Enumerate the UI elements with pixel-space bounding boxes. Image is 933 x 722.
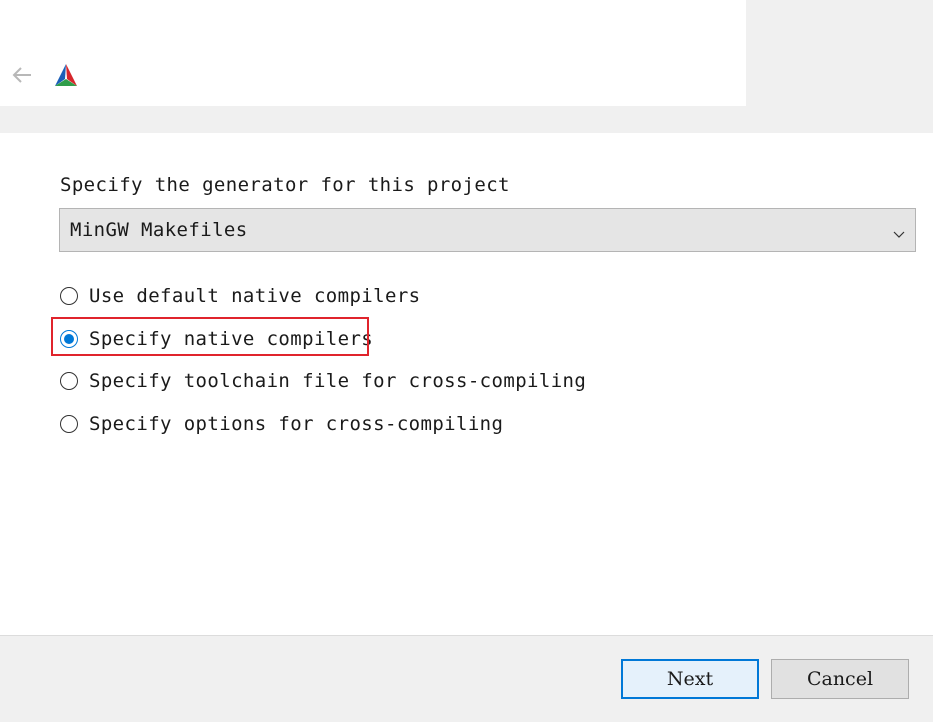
- radio-button-selected[interactable]: [60, 330, 78, 348]
- footer-divider: [0, 635, 933, 636]
- radio-use-default-compilers[interactable]: Use default native compilers: [60, 281, 421, 311]
- radio-button[interactable]: [60, 372, 78, 390]
- cmake-wizard-window: Specify the generator for this project M…: [0, 0, 933, 722]
- radio-button[interactable]: [60, 415, 78, 433]
- chevron-down-icon: [893, 225, 905, 238]
- wizard-content: Specify the generator for this project M…: [0, 133, 933, 635]
- radio-button[interactable]: [60, 287, 78, 305]
- radio-label: Use default native compilers: [89, 285, 421, 307]
- radio-label: Specify options for cross-compiling: [89, 413, 504, 435]
- generator-selected-value: MinGW Makefiles: [70, 219, 248, 241]
- next-button[interactable]: Next: [621, 659, 759, 699]
- generator-dropdown[interactable]: MinGW Makefiles: [59, 208, 916, 252]
- cmake-triangle-icon: [53, 63, 79, 89]
- generator-label: Specify the generator for this project: [60, 174, 510, 196]
- title-bar: [0, 0, 746, 106]
- radio-specify-cross-options[interactable]: Specify options for cross-compiling: [60, 409, 503, 439]
- radio-label: Specify toolchain file for cross-compili…: [89, 370, 587, 392]
- radio-specify-toolchain-file[interactable]: Specify toolchain file for cross-compili…: [60, 366, 586, 396]
- cancel-button[interactable]: Cancel: [771, 659, 909, 699]
- arrow-left-icon[interactable]: [10, 64, 34, 86]
- radio-label: Specify native compilers: [89, 328, 374, 350]
- radio-specify-native-compilers[interactable]: Specify native compilers: [60, 324, 373, 354]
